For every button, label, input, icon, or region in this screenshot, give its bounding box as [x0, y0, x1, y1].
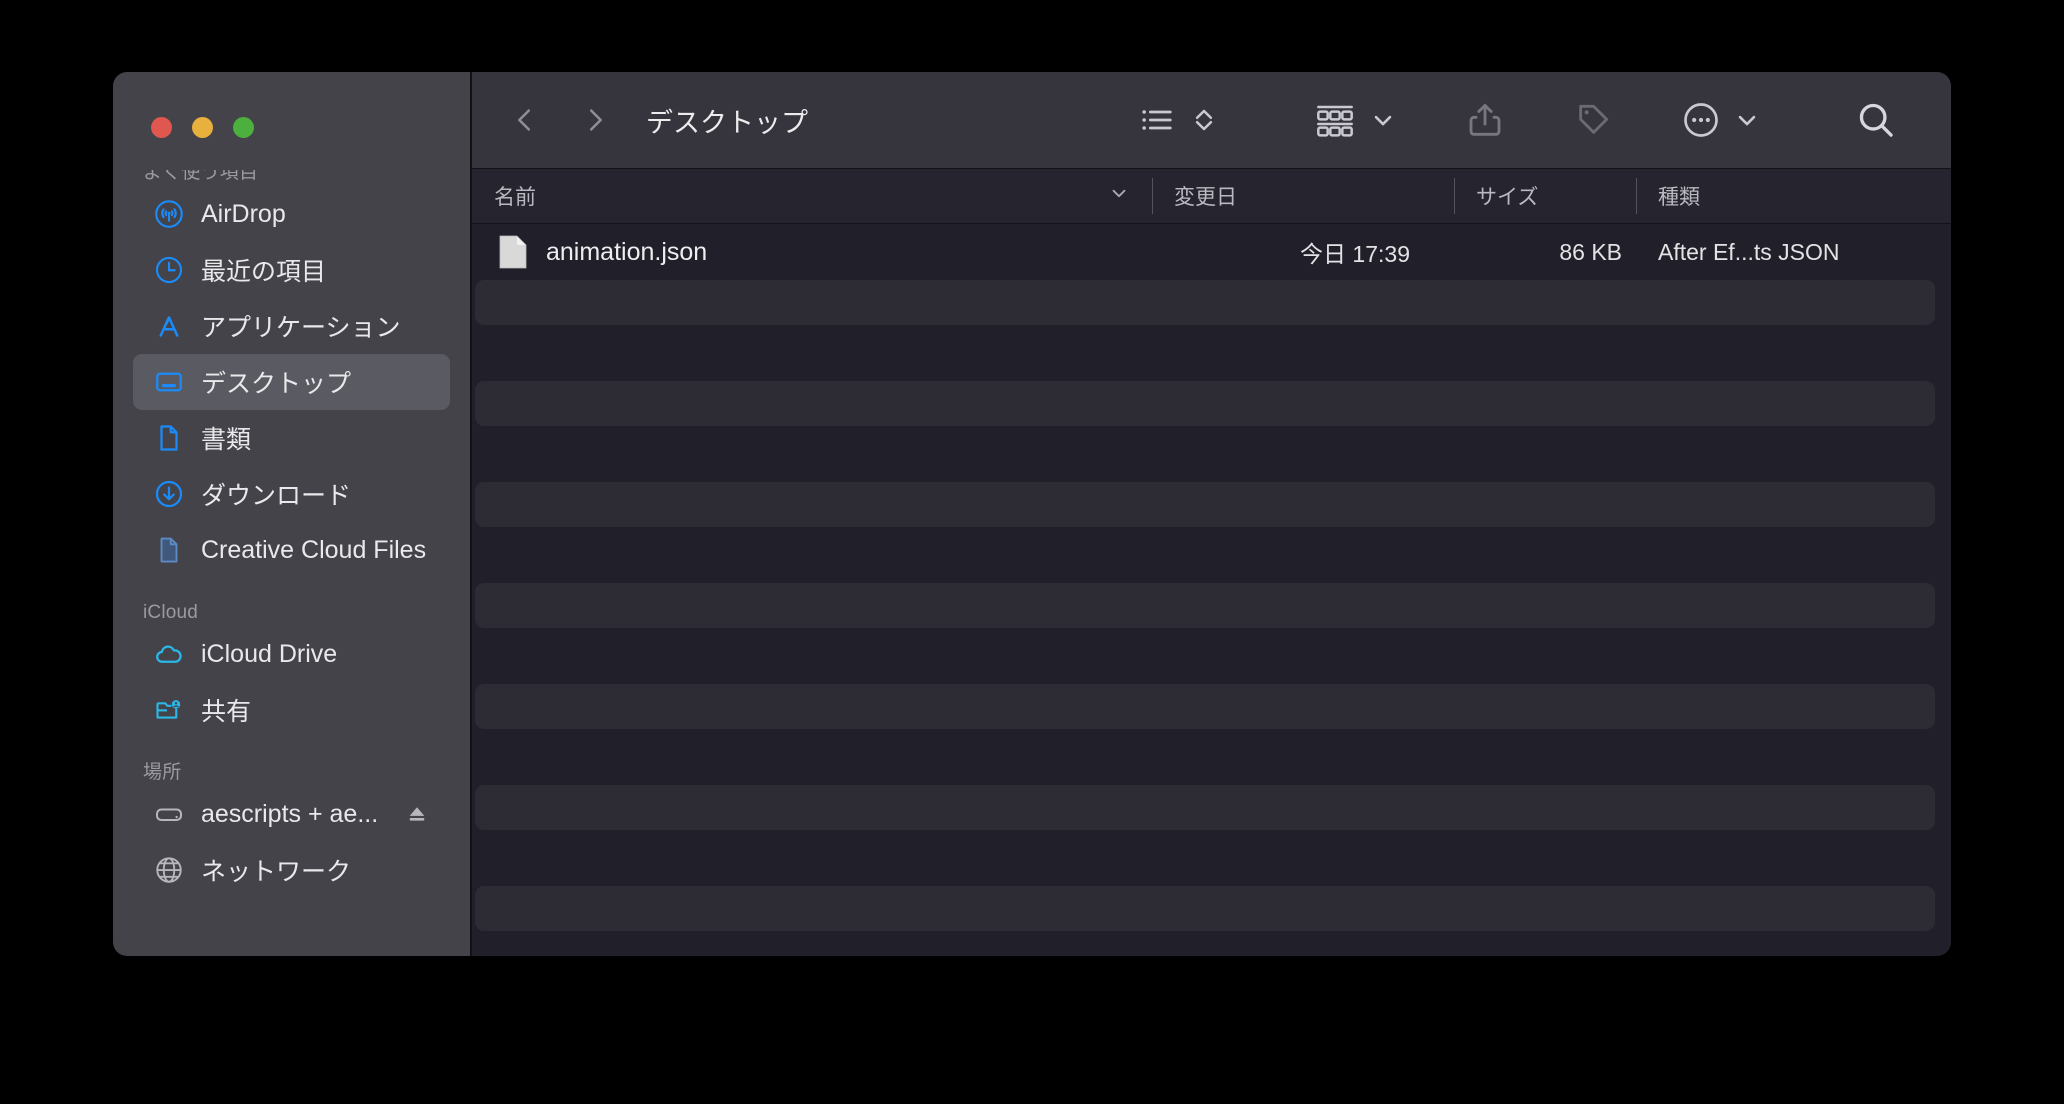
sidebar-item-label: Creative Cloud Files	[201, 535, 427, 564]
eject-icon[interactable]	[406, 803, 428, 825]
disk-icon	[153, 798, 185, 830]
main-pane: デスクトップ 名前 変更日 サイズ 種類 animation.json 今日 1…	[470, 72, 1951, 956]
sidebar-section-icloud-title: iCloud	[143, 602, 199, 623]
file-size-cell: 86 KB	[1559, 238, 1622, 265]
shared-folder-icon	[153, 694, 185, 726]
sidebar-item-shared[interactable]: 共有	[133, 682, 450, 738]
cloud-icon	[153, 638, 185, 670]
sidebar-item-downloads[interactable]: ダウンロード	[133, 466, 450, 522]
sidebar-item-creative-cloud-files[interactable]: Creative Cloud Files	[133, 522, 450, 578]
list-stripe	[475, 785, 1935, 830]
file-generic-icon	[498, 235, 528, 269]
chevron-down-icon[interactable]	[1363, 94, 1403, 146]
file-name-cell: animation.json	[472, 235, 1152, 269]
column-header-date-modified[interactable]: 変更日	[1152, 169, 1454, 223]
traffic-lights	[151, 117, 254, 138]
sidebar-scroll-area[interactable]: よく使う項目 AirDrop 最近の項目 アプリケーション デスクトップ 書類 …	[113, 170, 470, 956]
downloads-icon	[153, 478, 185, 510]
file-list[interactable]: animation.json 今日 17:39 86 KB After Ef..…	[472, 224, 1951, 956]
list-stripe	[475, 381, 1935, 426]
minimize-button[interactable]	[192, 117, 213, 138]
sidebar-item-recents[interactable]: 最近の項目	[133, 242, 450, 298]
sidebar-item-aescripts-disk[interactable]: aescripts + ae...	[133, 786, 450, 842]
list-stripe	[475, 482, 1935, 527]
list-stripe	[475, 280, 1935, 325]
sidebar-item-airdrop[interactable]: AirDrop	[133, 186, 450, 242]
network-globe-icon	[153, 854, 185, 886]
sidebar-section-locations-title: 場所	[143, 762, 182, 783]
sidebar-item-desktop[interactable]: デスクトップ	[133, 354, 450, 410]
toolbar: デスクトップ	[472, 72, 1951, 169]
list-view-icon[interactable]	[1131, 94, 1183, 146]
sidebar-item-label: ネットワーク	[201, 858, 352, 886]
titlebar	[113, 72, 470, 170]
sidebar-item-applications[interactable]: アプリケーション	[133, 298, 450, 354]
tag-icon[interactable]	[1567, 94, 1619, 146]
column-header-name[interactable]: 名前	[472, 169, 1152, 223]
sort-updown-icon[interactable]	[1183, 94, 1225, 146]
clock-icon	[153, 254, 185, 286]
column-header-size[interactable]: サイズ	[1454, 169, 1636, 223]
applications-icon	[153, 310, 185, 342]
sidebar-item-label: 最近の項目	[201, 258, 327, 286]
document-muted-icon	[153, 534, 185, 566]
close-button[interactable]	[151, 117, 172, 138]
desktop-icon	[153, 366, 185, 398]
finder-window: よく使う項目 AirDrop 最近の項目 アプリケーション デスクトップ 書類 …	[113, 72, 1951, 956]
maximize-button[interactable]	[233, 117, 254, 138]
group-by-icon[interactable]	[1307, 94, 1363, 146]
sidebar-item-label: iCloud Drive	[201, 639, 338, 668]
chevron-down-icon	[1108, 182, 1130, 210]
sidebar-item-label: ダウンロード	[201, 482, 352, 510]
sidebar-item-network[interactable]: ネットワーク	[133, 842, 450, 898]
column-headers: 名前 変更日 サイズ 種類	[472, 169, 1951, 224]
sidebar-item-label: 共有	[201, 698, 252, 726]
sidebar-item-documents[interactable]: 書類	[133, 410, 450, 466]
file-kind-cell: After Ef...ts JSON	[1658, 238, 1840, 265]
sidebar-item-label: AirDrop	[201, 199, 286, 228]
list-stripe	[475, 886, 1935, 931]
sidebar-item-label: デスクトップ	[201, 370, 352, 398]
list-stripe	[475, 684, 1935, 729]
more-ellipsis-icon[interactable]	[1675, 94, 1727, 146]
search-icon[interactable]	[1849, 94, 1903, 146]
chevron-down-icon[interactable]	[1727, 94, 1767, 146]
table-row[interactable]: animation.json 今日 17:39 86 KB After Ef..…	[472, 226, 1951, 278]
sidebar-item-label: アプリケーション	[201, 314, 401, 342]
column-header-kind[interactable]: 種類	[1636, 169, 1951, 223]
document-icon	[153, 422, 185, 454]
forward-button[interactable]	[574, 99, 616, 141]
sidebar-item-label: 書類	[201, 426, 252, 454]
back-button[interactable]	[504, 99, 546, 141]
sidebar-item-label: aescripts + ae...	[201, 799, 379, 828]
sidebar-item-icloud-drive[interactable]: iCloud Drive	[133, 626, 450, 682]
airdrop-icon	[153, 198, 185, 230]
sidebar-section-favorites-title: よく使う項目	[143, 170, 259, 183]
list-stripe	[475, 583, 1935, 628]
sidebar: よく使う項目 AirDrop 最近の項目 アプリケーション デスクトップ 書類 …	[113, 72, 470, 956]
page-title: デスクトップ	[646, 107, 808, 138]
file-date-cell: 今日 17:39	[1300, 241, 1410, 267]
share-icon[interactable]	[1459, 94, 1511, 146]
file-name-label: animation.json	[546, 237, 708, 266]
